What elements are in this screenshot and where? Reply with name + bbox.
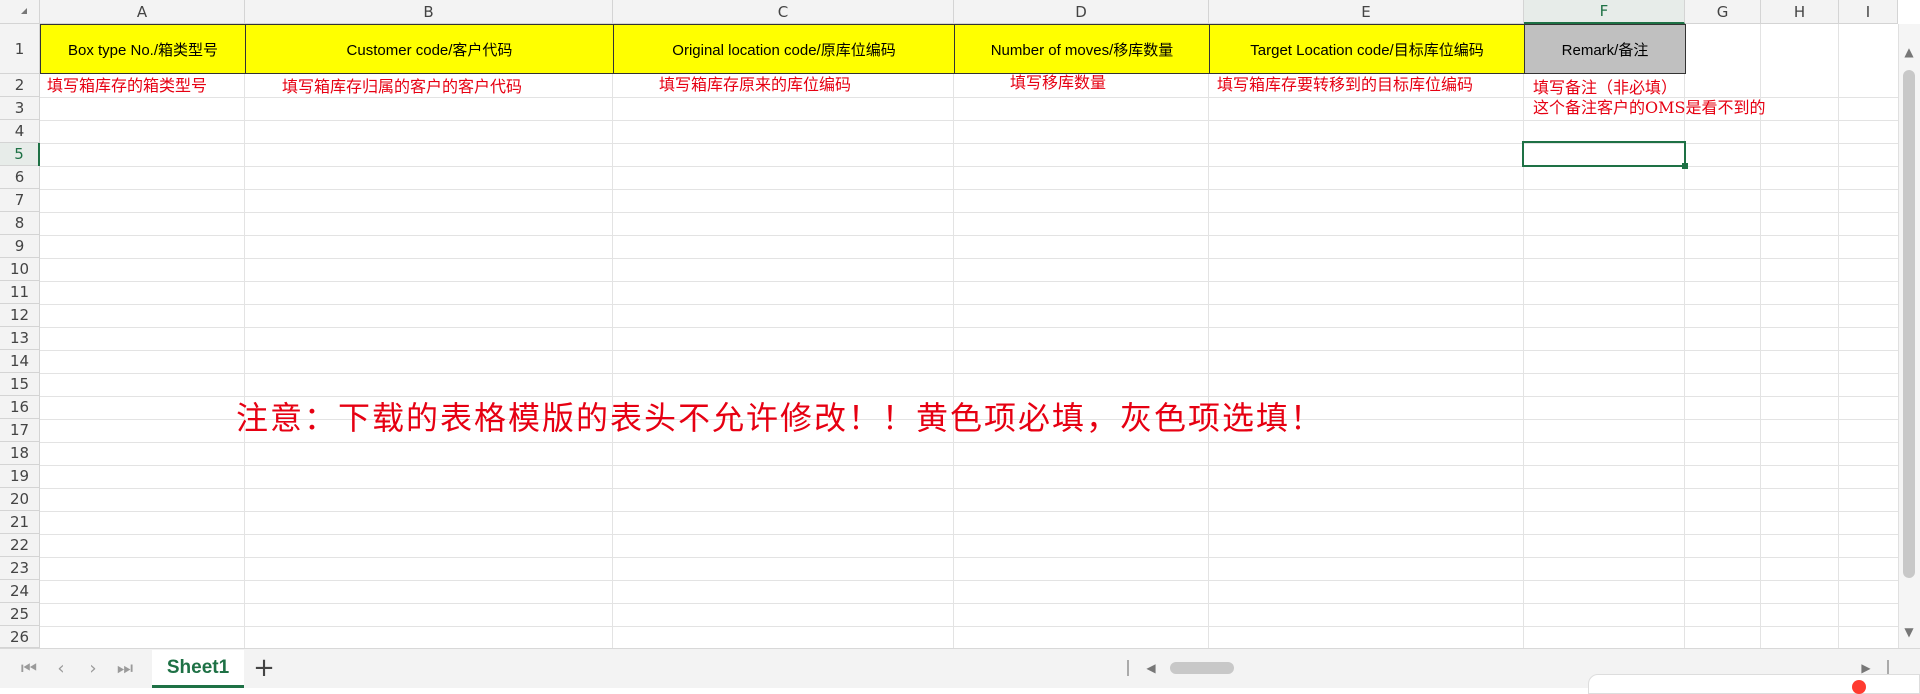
column-header-b[interactable]: B <box>245 0 613 24</box>
row-header-16[interactable]: 16 <box>0 396 40 419</box>
select-all-corner[interactable] <box>0 0 40 24</box>
header-cell-box-type[interactable]: Box type No./箱类型号 <box>40 24 246 74</box>
header-cell-number-of-moves[interactable]: Number of moves/移库数量 <box>954 24 1210 74</box>
row-5-indicator <box>38 143 40 166</box>
grid-line <box>1208 24 1209 648</box>
grid-line <box>1838 24 1839 648</box>
row-header-1[interactable]: 1 <box>0 24 40 74</box>
prev-sheet-icon[interactable]: ‹ <box>48 656 74 680</box>
note-c2[interactable]: 填写箱库存原来的库位编码 <box>659 75 851 95</box>
grid-line <box>40 120 1898 121</box>
row-header-4[interactable]: 4 <box>0 120 40 143</box>
row-header-11[interactable]: 11 <box>0 281 40 304</box>
column-header-f[interactable]: F <box>1524 0 1685 24</box>
grid-line <box>953 24 954 648</box>
first-sheet-icon[interactable]: ⏮ <box>16 656 42 680</box>
header-cell-target-location[interactable]: Target Location code/目标库位编码 <box>1209 24 1525 74</box>
row-header-3[interactable]: 3 <box>0 97 40 120</box>
grid-line <box>40 189 1898 190</box>
row-header-12[interactable]: 12 <box>0 304 40 327</box>
notification-dot <box>1852 680 1866 694</box>
scroll-left-icon[interactable]: ◀ <box>1143 660 1159 676</box>
sheet-tab-sheet1[interactable]: Sheet1 <box>152 650 244 688</box>
note-e2[interactable]: 填写箱库存要转移到的目标库位编码 <box>1217 75 1473 95</box>
grid-line <box>612 24 613 648</box>
header-cell-original-location[interactable]: Original location code/原库位编码 <box>613 24 955 74</box>
note-b2[interactable]: 填写箱库存归属的客户的客户代码 <box>282 77 522 97</box>
grid-line <box>40 603 1898 604</box>
selected-cell-f5[interactable] <box>1522 141 1686 167</box>
grid-line <box>40 235 1898 236</box>
template-warning-note[interactable]: 注意：下载的表格模版的表头不允许修改！！黄色项必填，灰色项选填！ <box>236 393 1324 439</box>
grid-line <box>40 511 1898 512</box>
column-header-d[interactable]: D <box>954 0 1209 24</box>
grid-line <box>40 373 1898 374</box>
grid-line <box>40 327 1898 328</box>
column-header-h[interactable]: H <box>1761 0 1839 24</box>
grid-line <box>40 212 1898 213</box>
row-header-20[interactable]: 20 <box>0 488 40 511</box>
row-header-10[interactable]: 10 <box>0 258 40 281</box>
scroll-down-icon[interactable]: ▼ <box>1898 624 1920 640</box>
fill-handle[interactable] <box>1682 163 1688 169</box>
header-cell-remark[interactable]: Remark/备注 <box>1524 24 1686 74</box>
grid-line <box>1523 24 1524 648</box>
row-header-26[interactable]: 26 <box>0 626 40 648</box>
grid-line <box>40 488 1898 489</box>
row-header-23[interactable]: 23 <box>0 557 40 580</box>
row-header-22[interactable]: 22 <box>0 534 40 557</box>
grid-line <box>40 626 1898 627</box>
grid-line <box>40 442 1898 443</box>
row-header-17[interactable]: 17 <box>0 419 40 442</box>
row-header-19[interactable]: 19 <box>0 465 40 488</box>
vertical-scroll-thumb[interactable] <box>1903 70 1915 578</box>
floating-toolbar[interactable] <box>1588 674 1920 694</box>
note-a2[interactable]: 填写箱库存的箱类型号 <box>47 76 207 96</box>
grid-line <box>40 465 1898 466</box>
row-header-18[interactable]: 18 <box>0 442 40 465</box>
row-header-2[interactable]: 2 <box>0 74 40 97</box>
column-header-e[interactable]: E <box>1209 0 1524 24</box>
add-sheet-button[interactable]: + <box>250 653 278 683</box>
row-header-25[interactable]: 25 <box>0 603 40 626</box>
note-f2[interactable]: 填写备注（非必填） <box>1533 78 1677 98</box>
column-header-c[interactable]: C <box>613 0 954 24</box>
grid-line <box>40 557 1898 558</box>
column-header-a[interactable]: A <box>40 0 245 24</box>
grid-line <box>40 350 1898 351</box>
row-header-5[interactable]: 5 <box>0 143 40 166</box>
grid-line <box>40 534 1898 535</box>
row-header-8[interactable]: 8 <box>0 212 40 235</box>
row-header-15[interactable]: 15 <box>0 373 40 396</box>
tab-splitter[interactable] <box>1127 660 1129 676</box>
column-header-g[interactable]: G <box>1685 0 1761 24</box>
grid-line <box>40 258 1898 259</box>
row-header-9[interactable]: 9 <box>0 235 40 258</box>
row-header-24[interactable]: 24 <box>0 580 40 603</box>
grid-line <box>40 580 1898 581</box>
row-header-6[interactable]: 6 <box>0 166 40 189</box>
row-header-21[interactable]: 21 <box>0 511 40 534</box>
horizontal-scroll-thumb[interactable] <box>1170 662 1234 674</box>
last-sheet-icon[interactable]: ⏭ <box>112 656 138 680</box>
row-header-13[interactable]: 13 <box>0 327 40 350</box>
note-d2[interactable]: 填写移库数量 <box>1010 73 1106 93</box>
note-f3[interactable]: 这个备注客户的OMS是看不到的 <box>1533 98 1765 118</box>
row-header-14[interactable]: 14 <box>0 350 40 373</box>
column-header-i[interactable]: I <box>1839 0 1898 24</box>
grid-line <box>40 281 1898 282</box>
grid-line <box>244 24 245 648</box>
row-header-7[interactable]: 7 <box>0 189 40 212</box>
scroll-up-icon[interactable]: ▲ <box>1898 44 1920 60</box>
header-cell-customer-code[interactable]: Customer code/客户代码 <box>245 24 614 74</box>
next-sheet-icon[interactable]: › <box>80 656 106 680</box>
grid-line <box>40 304 1898 305</box>
